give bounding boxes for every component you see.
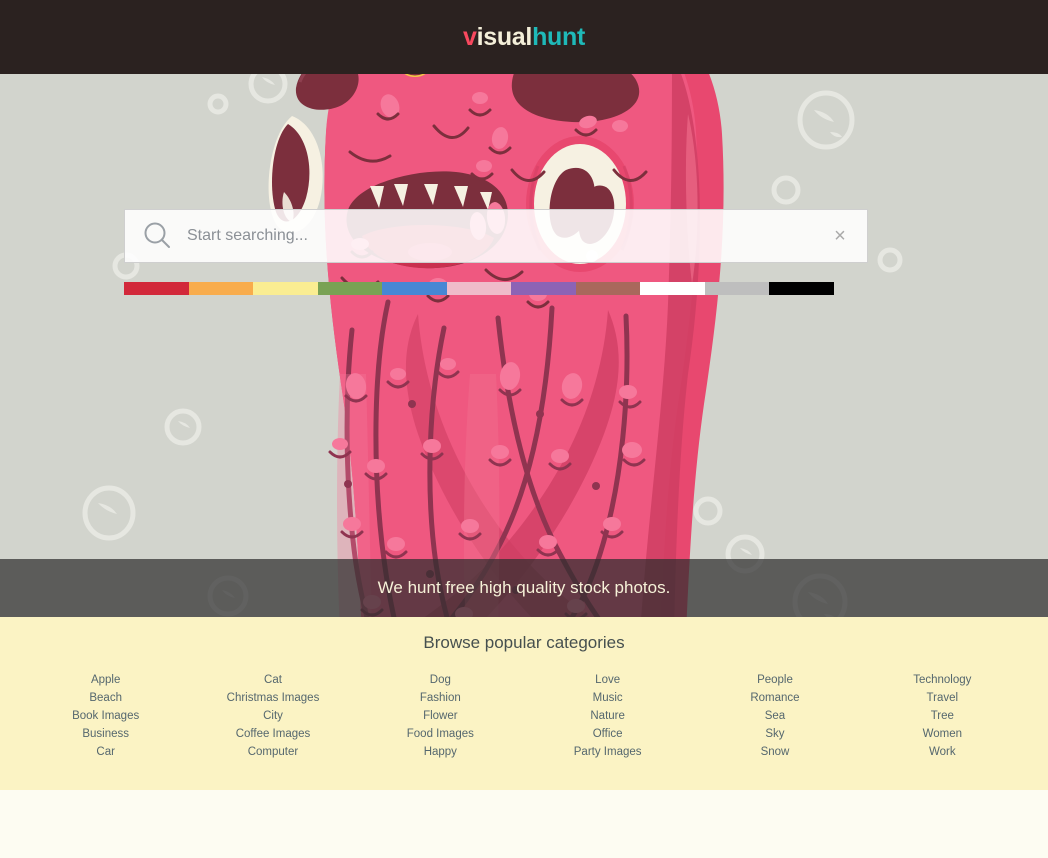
category-link[interactable]: Sea (765, 707, 785, 725)
category-link[interactable]: City (263, 707, 283, 725)
category-link[interactable]: People (757, 671, 793, 689)
category-link[interactable]: Flower (423, 707, 458, 725)
tagline-bar: We hunt free high quality stock photos. (0, 559, 1048, 617)
category-link[interactable]: Romance (750, 689, 799, 707)
category-link[interactable]: Christmas Images (227, 689, 320, 707)
category-link[interactable]: Love (595, 671, 620, 689)
footer-strip (0, 790, 1048, 800)
tagline-text: We hunt free high quality stock photos. (377, 578, 671, 597)
search-box[interactable]: × (124, 209, 868, 263)
category-link[interactable]: Coffee Images (236, 725, 311, 743)
site-header: visualhunt (0, 0, 1048, 74)
category-link[interactable]: Happy (424, 743, 457, 761)
logo-part-hunt: hunt (532, 22, 586, 51)
category-link[interactable]: Tree (931, 707, 954, 725)
category-column-6: Technology Travel Tree Women Work (859, 671, 1026, 761)
color-filter-bar (124, 282, 835, 295)
site-logo[interactable]: visualhunt (462, 22, 586, 51)
category-column-1: Apple Beach Book Images Business Car (22, 671, 189, 761)
color-swatch-yellow[interactable] (253, 282, 318, 295)
categories-columns: Apple Beach Book Images Business Car Cat… (0, 671, 1048, 761)
logo-part-v: v (462, 22, 477, 51)
hero-section: × We hunt free high quality stock photos… (0, 74, 1048, 617)
category-link[interactable]: Business (82, 725, 129, 743)
clear-search-icon[interactable]: × (827, 223, 853, 249)
category-column-4: Love Music Nature Office Party Images (524, 671, 691, 761)
category-link[interactable]: Party Images (574, 743, 642, 761)
search-area: × (124, 209, 868, 295)
category-link[interactable]: Computer (248, 743, 299, 761)
color-swatch-white[interactable] (640, 282, 705, 295)
categories-title: Browse popular categories (423, 633, 625, 652)
category-link[interactable]: Work (929, 743, 956, 761)
category-link[interactable]: Food Images (407, 725, 474, 743)
logo-part-isual: isual (476, 22, 533, 51)
category-link[interactable]: Nature (590, 707, 625, 725)
category-link[interactable]: Music (593, 689, 623, 707)
color-swatch-red[interactable] (124, 282, 189, 295)
color-swatch-purple[interactable] (511, 282, 576, 295)
search-icon (141, 220, 173, 252)
category-link[interactable]: Cat (264, 671, 282, 689)
category-link[interactable]: Book Images (72, 707, 139, 725)
category-link[interactable]: Dog (430, 671, 451, 689)
category-link[interactable]: Women (923, 725, 962, 743)
color-swatch-brown[interactable] (575, 282, 641, 295)
category-column-5: People Romance Sea Sky Snow (691, 671, 858, 761)
category-link[interactable]: Beach (89, 689, 122, 707)
color-swatch-blue[interactable] (382, 282, 447, 295)
search-input[interactable] (173, 227, 827, 245)
category-link[interactable]: Office (593, 725, 623, 743)
color-swatch-gray[interactable] (704, 282, 770, 295)
color-swatch-black[interactable] (769, 282, 835, 295)
category-column-2: Cat Christmas Images City Coffee Images … (189, 671, 356, 761)
color-swatch-orange[interactable] (188, 282, 254, 295)
category-link[interactable]: Travel (927, 689, 959, 707)
hero-illustration (0, 74, 1048, 617)
category-link[interactable]: Sky (765, 725, 784, 743)
category-link[interactable]: Fashion (420, 689, 461, 707)
category-link[interactable]: Apple (91, 671, 120, 689)
category-column-3: Dog Fashion Flower Food Images Happy (357, 671, 524, 761)
color-swatch-pink[interactable] (446, 282, 512, 295)
category-link[interactable]: Car (96, 743, 115, 761)
categories-section: Browse popular categories Apple Beach Bo… (0, 617, 1048, 790)
category-link[interactable]: Snow (761, 743, 790, 761)
color-swatch-green[interactable] (317, 282, 383, 295)
category-link[interactable]: Technology (913, 671, 971, 689)
